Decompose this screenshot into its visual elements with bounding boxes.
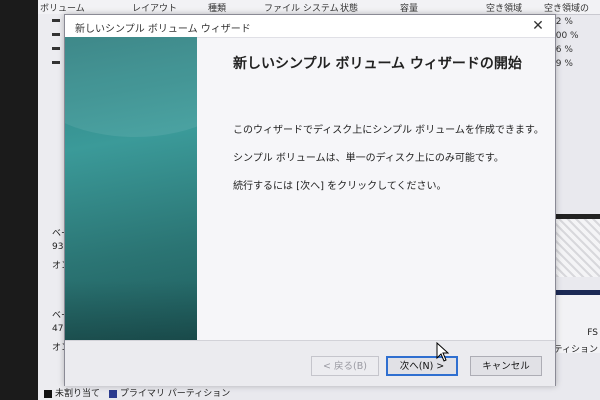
column-header-layout[interactable]: レイアウト xyxy=(132,1,177,14)
legend-unallocated: 未割り当て xyxy=(55,389,101,399)
cancel-button[interactable]: キャンセル xyxy=(470,356,542,376)
wizard-side-banner xyxy=(65,37,197,340)
free-pct-cell: 100 % xyxy=(550,31,579,41)
new-simple-volume-wizard: 新しいシンプル ボリューム ウィザード ✕ 新しいシンプル ボリューム ウィザー… xyxy=(64,14,556,386)
volume-icon xyxy=(52,33,60,36)
legend-primary: プライマリ パーティション xyxy=(119,389,231,399)
column-header-volume[interactable]: ボリューム xyxy=(40,1,85,14)
wizard-title-bar[interactable]: 新しいシンプル ボリューム ウィザード ✕ xyxy=(65,15,555,38)
volume-list-header: ボリューム レイアウト 種類 ファイル システム 状態 容量 空き領域 空き領域… xyxy=(38,0,600,15)
close-button[interactable]: ✕ xyxy=(521,15,555,37)
arrow-cursor-icon xyxy=(436,342,450,362)
disk-management-window: ボリューム レイアウト 種類 ファイル システム 状態 容量 空き領域 空き領域… xyxy=(38,0,600,400)
wizard-note: シンプル ボリュームは、単一のディスク上にのみ可能です。 xyxy=(233,153,504,164)
wizard-heading: 新しいシンプル ボリューム ウィザードの開始 xyxy=(233,56,522,72)
disk-legend: 未割り当て プライマリ パーティション xyxy=(44,386,230,399)
free-pct-cell: 69 % xyxy=(550,59,573,69)
volume-icon xyxy=(52,47,60,50)
partition-fs-text: FS xyxy=(587,328,598,338)
column-header-status[interactable]: 状態 xyxy=(340,1,358,14)
column-header-type[interactable]: 種類 xyxy=(208,1,226,14)
primary-swatch xyxy=(108,389,117,398)
wizard-button-bar: < 戻る(B) 次へ(N) > キャンセル xyxy=(65,340,555,386)
free-pct-cell: 92 % xyxy=(550,17,573,27)
column-header-free[interactable]: 空き領域 xyxy=(486,1,522,14)
wizard-instruction: 続行するには [次へ] をクリックしてください。 xyxy=(233,181,447,192)
volume-icon xyxy=(52,61,60,64)
back-button[interactable]: < 戻る(B) xyxy=(311,356,379,376)
column-header-capacity[interactable]: 容量 xyxy=(400,1,418,14)
wizard-title: 新しいシンプル ボリューム ウィザード xyxy=(75,24,251,35)
unallocated-swatch xyxy=(44,389,52,398)
free-pct-cell: 16 % xyxy=(550,45,573,55)
volume-icon xyxy=(52,19,60,22)
close-icon: ✕ xyxy=(532,18,544,34)
disk-label: 93 xyxy=(52,242,64,252)
column-header-free-pct[interactable]: 空き領域の xyxy=(544,1,589,14)
wizard-description: このウィザードでディスク上にシンプル ボリュームを作成できます。 xyxy=(233,125,544,136)
column-header-filesystem[interactable]: ファイル システム xyxy=(264,1,339,14)
